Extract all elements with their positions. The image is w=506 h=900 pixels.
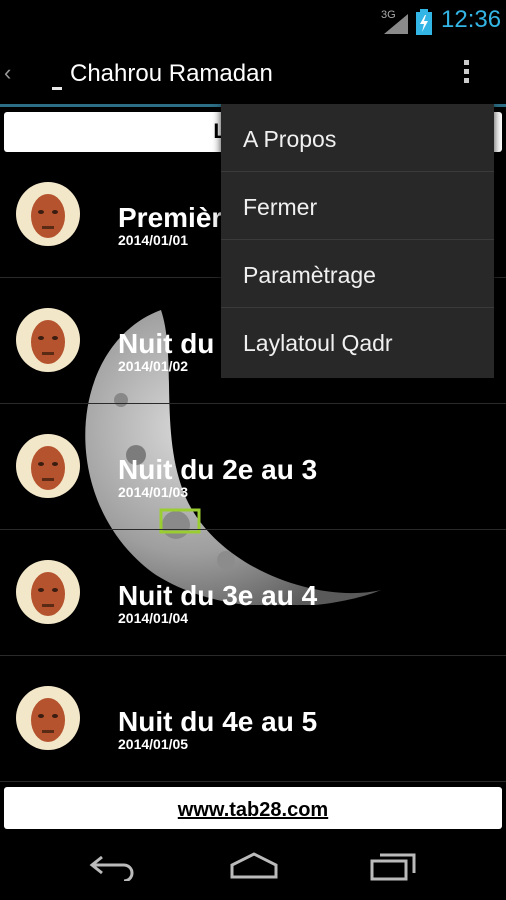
overflow-menu-icon[interactable] [458, 56, 474, 92]
action-bar: ‹ Chahrou Ramadan [0, 42, 506, 107]
item-date: 2014/01/05 [118, 736, 189, 752]
status-bar: 3G 12:36 [0, 0, 506, 42]
app-title: Chahrou Ramadan [70, 60, 273, 87]
list-item[interactable]: Nuit du 3e au 4 2014/01/04 [0, 530, 506, 656]
item-date: 2014/01/01 [118, 232, 189, 248]
menu-item-about[interactable]: A Propos [221, 104, 494, 172]
list-item[interactable]: Nuit du 4e au 5 2014/01/05 [0, 656, 506, 782]
avatar [16, 182, 80, 246]
item-date: 2014/01/04 [118, 610, 189, 626]
signal-icon [384, 14, 408, 34]
website-link[interactable]: www.tab28.com [4, 787, 502, 829]
avatar [16, 686, 80, 750]
home-icon[interactable] [228, 851, 280, 881]
item-date: 2014/01/02 [118, 358, 189, 374]
battery-icon [416, 9, 432, 35]
item-title: Nuit du [118, 328, 215, 359]
list-item[interactable]: Nuit du 2e au 3 2014/01/03 [0, 404, 506, 530]
clock: 12:36 [441, 6, 502, 33]
item-title: Nuit du 3e au 4 [118, 580, 318, 611]
crescent-moon-icon[interactable] [20, 54, 64, 92]
item-title: Nuit du 2e au 3 [118, 454, 318, 485]
avatar [16, 560, 80, 624]
recent-apps-icon[interactable] [370, 851, 418, 881]
menu-item-laylatoul-qadr[interactable]: Laylatoul Qadr [221, 308, 494, 376]
overflow-menu: A Propos Fermer Paramètrage Laylatoul Qa… [221, 104, 494, 378]
avatar [16, 308, 80, 372]
navigation-bar [0, 831, 506, 900]
menu-item-settings[interactable]: Paramètrage [221, 240, 494, 308]
item-date: 2014/01/03 [118, 484, 189, 500]
menu-item-close[interactable]: Fermer [221, 172, 494, 240]
back-icon[interactable] [88, 851, 138, 881]
avatar [16, 434, 80, 498]
item-title: Nuit du 4e au 5 [118, 706, 318, 737]
up-caret-icon[interactable]: ‹ [4, 60, 11, 86]
item-title: Premièr [118, 202, 223, 233]
